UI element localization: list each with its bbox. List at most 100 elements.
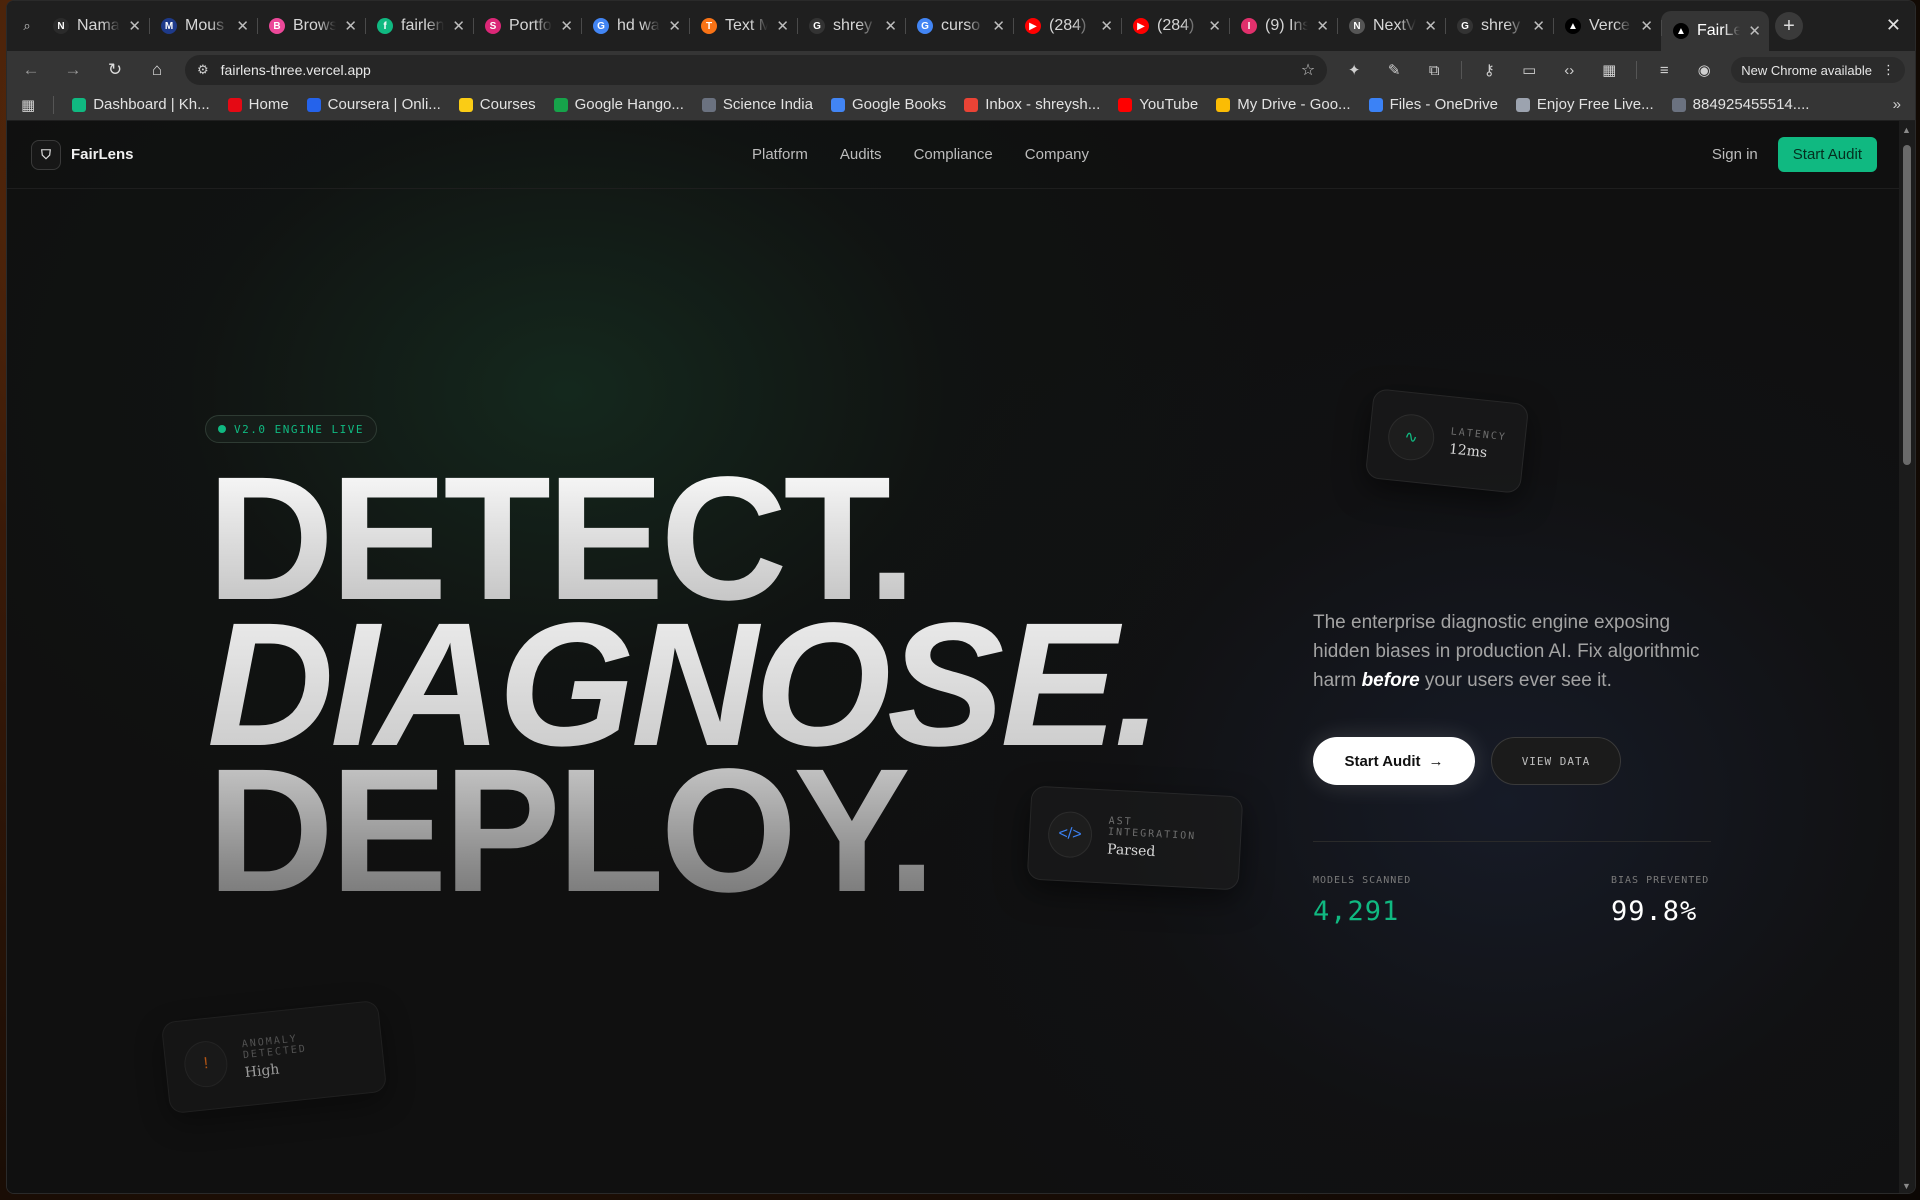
nav-compliance[interactable]: Compliance xyxy=(914,146,993,163)
tab-close-icon[interactable]: ✕ xyxy=(1100,17,1113,35)
back-icon[interactable]: ← xyxy=(17,56,45,84)
tab-close-icon[interactable]: ✕ xyxy=(992,17,1005,35)
bookmark-item[interactable]: Coursera | Onli... xyxy=(306,96,441,113)
browser-tab[interactable]: M Mous ✕ xyxy=(149,9,257,43)
bookmark-item[interactable]: Google Books xyxy=(830,96,947,113)
tab-close-icon[interactable]: ✕ xyxy=(1748,22,1761,40)
browser-tab[interactable]: Gshrey ✕ xyxy=(1445,9,1553,43)
tab-close-icon[interactable]: ✕ xyxy=(668,17,681,35)
browser-tab[interactable]: B Brows ✕ xyxy=(257,9,365,43)
brand[interactable]: ⛉ FairLens xyxy=(31,139,134,170)
extensions-puzzle-icon[interactable]: ⧉ xyxy=(1421,62,1447,79)
page-scrollbar[interactable]: ▲ ▼ xyxy=(1899,121,1915,1193)
pulse-icon: ∿ xyxy=(1385,411,1437,463)
tab-title: Portfo xyxy=(509,17,552,34)
browser-tab[interactable]: f fairlen ✕ xyxy=(365,9,473,43)
tab-close-icon[interactable]: ✕ xyxy=(1532,17,1545,35)
tab-close-icon[interactable]: ✕ xyxy=(128,17,141,35)
tab-favicon-icon: ▶ xyxy=(1025,18,1041,34)
scroll-down-icon[interactable]: ▼ xyxy=(1902,1181,1911,1191)
card-icon[interactable]: ▭ xyxy=(1516,61,1542,79)
forward-icon[interactable]: → xyxy=(59,56,87,84)
tab-close-icon[interactable]: ✕ xyxy=(452,17,465,35)
tab-favicon-icon: G xyxy=(593,18,609,34)
bookmark-star-icon[interactable]: ☆ xyxy=(1301,60,1315,80)
bookmark-label: Google Books xyxy=(851,96,947,113)
tab-favicon-icon: S xyxy=(485,18,501,34)
tab-close-icon[interactable]: ✕ xyxy=(884,17,897,35)
bookmark-item[interactable]: Google Hango... xyxy=(553,96,684,113)
anomaly-card: ! ANOMALY DETECTED High xyxy=(160,999,388,1115)
stat-value: 99.8% xyxy=(1611,896,1698,927)
sign-in-link[interactable]: Sign in xyxy=(1712,146,1758,163)
tab-close-icon[interactable]: ✕ xyxy=(1316,17,1329,35)
bookmark-item[interactable]: Science India xyxy=(701,96,813,113)
apps-grid-icon[interactable]: ▦ xyxy=(21,96,35,114)
tab-close-icon[interactable]: ✕ xyxy=(1208,17,1221,35)
tab-close-icon[interactable]: ✕ xyxy=(236,17,249,35)
eyedropper-icon[interactable]: ✎ xyxy=(1381,61,1407,79)
bookmark-item[interactable]: My Drive - Goo... xyxy=(1216,96,1351,113)
site-info-icon[interactable]: ⚙ xyxy=(197,62,209,78)
browser-tab[interactable]: Gcurso ✕ xyxy=(905,9,1013,43)
more-menu-icon[interactable]: ⋮ xyxy=(1882,62,1895,78)
stat-label: MODELS SCANNED xyxy=(1313,875,1412,886)
view-data-button[interactable]: VIEW DATA xyxy=(1491,737,1621,785)
browser-tab[interactable]: N NextV ✕ xyxy=(1337,9,1445,43)
bookmark-item[interactable]: Courses xyxy=(458,96,536,113)
bookmark-item[interactable]: Enjoy Free Live... xyxy=(1515,96,1654,113)
profile-avatar-icon[interactable]: ◉ xyxy=(1691,61,1717,79)
browser-tab[interactable]: I (9) Ins ✕ xyxy=(1229,9,1337,43)
engine-status-badge: V2.0 ENGINE LIVE xyxy=(205,415,377,443)
nav-platform[interactable]: Platform xyxy=(752,146,808,163)
reload-icon[interactable]: ↻ xyxy=(101,56,129,84)
nav-company[interactable]: Company xyxy=(1025,146,1089,163)
scroll-up-icon[interactable]: ▲ xyxy=(1902,125,1911,135)
browser-tab[interactable]: T Text M ✕ xyxy=(689,9,797,43)
browser-tab[interactable]: N Nama ✕ xyxy=(41,9,149,43)
tab-title: shrey xyxy=(1481,17,1521,34)
browser-tab[interactable]: ▶ (284) ✕ xyxy=(1121,9,1229,43)
browser-tab[interactable]: ▲ FairLe ✕ xyxy=(1661,11,1769,51)
tab-title: Text M xyxy=(725,17,769,34)
bookmark-favicon-icon xyxy=(830,97,845,112)
stat-bias-prevented: BIAS PREVENTED 99.8% xyxy=(1611,875,1709,927)
tab-close-icon[interactable]: ✕ xyxy=(1424,17,1437,35)
nav-audits[interactable]: Audits xyxy=(840,146,882,163)
bookmark-item[interactable]: Inbox - shreysh... xyxy=(964,96,1100,113)
reading-list-icon[interactable]: ≡ xyxy=(1651,62,1677,79)
browser-tab[interactable]: S Portfo ✕ xyxy=(473,9,581,43)
scrollbar-thumb[interactable] xyxy=(1903,145,1911,465)
home-icon[interactable]: ⌂ xyxy=(143,56,171,84)
bookmarks-overflow-icon[interactable]: » xyxy=(1893,96,1901,113)
bookmark-item[interactable]: 884925455514.... xyxy=(1671,96,1809,113)
browser-tab[interactable]: ▲ Verce ✕ xyxy=(1553,9,1661,43)
browser-tab[interactable]: Ghd wa ✕ xyxy=(581,9,689,43)
tab-close-icon[interactable]: ✕ xyxy=(1640,17,1653,35)
browser-toolbar: ← → ↻ ⌂ ⚙ fairlens-three.vercel.app ☆ ✦ … xyxy=(7,51,1915,89)
code-icon[interactable]: ‹› xyxy=(1556,62,1582,79)
bookmark-item[interactable]: Files - OneDrive xyxy=(1368,96,1498,113)
tab-strip: ⌕ N Nama ✕ M Mous ✕ B Brows ✕ f fairlen ✕ S Portfo ✕ Gh… xyxy=(7,1,1915,51)
tab-close-icon[interactable]: ✕ xyxy=(776,17,789,35)
bookmark-item[interactable]: Dashboard | Kh... xyxy=(72,96,210,113)
address-bar[interactable]: ⚙ fairlens-three.vercel.app ☆ xyxy=(185,55,1328,85)
chrome-update-button[interactable]: New Chrome available ⋮ xyxy=(1731,57,1905,83)
tab-close-icon[interactable]: ✕ xyxy=(560,17,573,35)
browser-tab[interactable]: ▶ (284) ✕ xyxy=(1013,9,1121,43)
extension-icon[interactable]: ✦ xyxy=(1341,61,1367,79)
window-close-icon[interactable]: ✕ xyxy=(1886,15,1901,36)
password-key-icon[interactable]: ⚷ xyxy=(1476,61,1502,79)
tab-close-icon[interactable]: ✕ xyxy=(344,17,357,35)
latency-card: ∿ LATENCY 12ms xyxy=(1364,388,1530,494)
browser-tab[interactable]: Gshrey ✕ xyxy=(797,9,905,43)
start-audit-button[interactable]: Start Audit → xyxy=(1313,737,1475,785)
sidepanel-icon[interactable]: ▦ xyxy=(1596,61,1622,79)
bookmark-item[interactable]: YouTube xyxy=(1118,96,1198,113)
start-audit-nav-button[interactable]: Start Audit xyxy=(1777,137,1877,172)
shield-alert-icon: ! xyxy=(182,1039,231,1090)
tab-search-icon[interactable]: ⌕ xyxy=(13,12,41,40)
bookmark-label: My Drive - Goo... xyxy=(1237,96,1351,113)
new-tab-button[interactable]: + xyxy=(1775,12,1803,40)
bookmark-item[interactable]: Home xyxy=(227,96,289,113)
